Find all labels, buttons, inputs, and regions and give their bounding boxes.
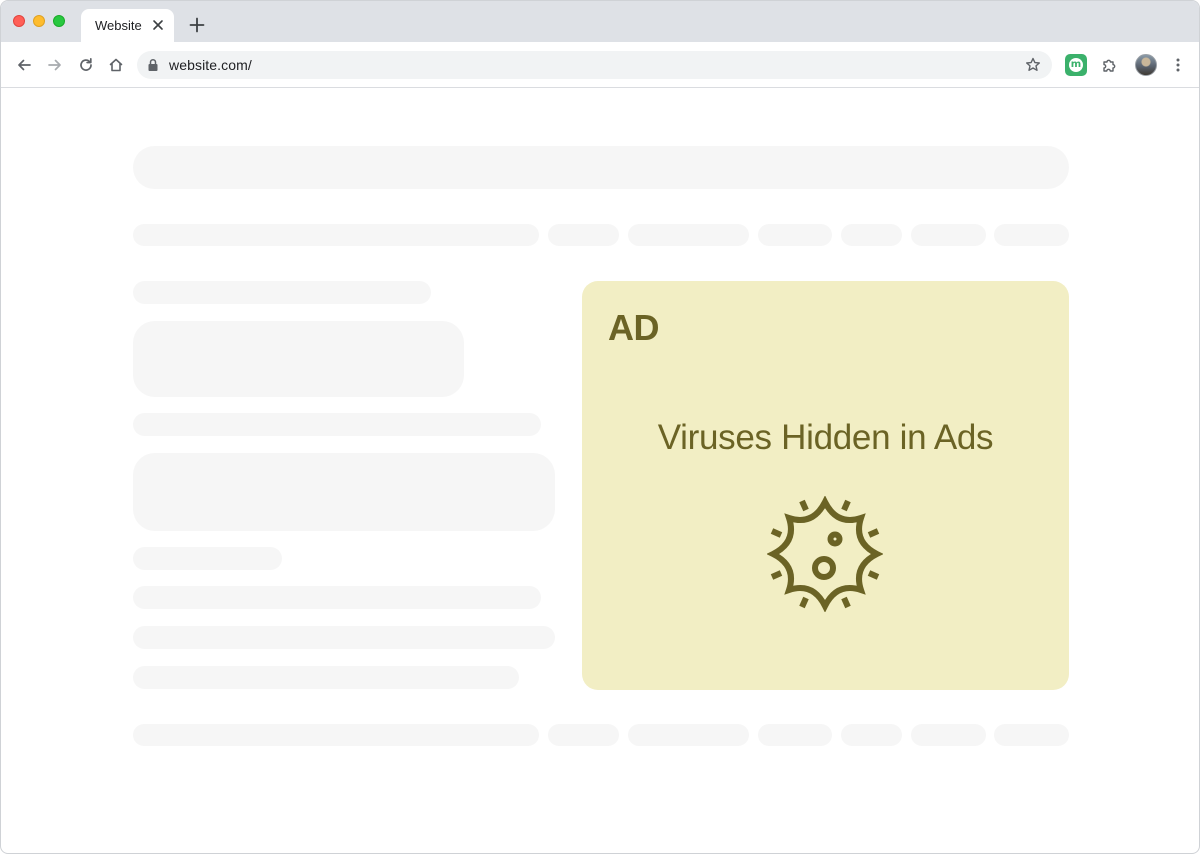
placeholder-nav-item (841, 224, 902, 246)
placeholder-nav-item (758, 224, 832, 246)
placeholder-line (133, 626, 555, 649)
placeholder-footer-item (841, 724, 902, 746)
placeholder-footer-item (628, 724, 749, 746)
placeholder-block (133, 453, 555, 531)
placeholder-footer-item (994, 724, 1069, 746)
url-text: website.com/ (169, 57, 252, 73)
extension-letter: m (1069, 58, 1083, 72)
minimize-window-button[interactable] (33, 15, 45, 27)
placeholder-line (133, 586, 541, 609)
page-content: AD Viruses Hidden in Ads (1, 88, 1199, 853)
placeholder-nav-bar (133, 224, 539, 246)
close-window-button[interactable] (13, 15, 25, 27)
bookmark-star-icon[interactable] (1024, 56, 1042, 74)
browser-toolbar: website.com/ m (1, 42, 1199, 88)
placeholder-line (133, 547, 282, 570)
extension-icon[interactable]: m (1065, 54, 1087, 76)
close-tab-icon[interactable] (151, 18, 165, 32)
ad-label: AD (608, 307, 660, 348)
placeholder-footer-item (548, 724, 619, 746)
placeholder-nav-item (994, 224, 1069, 246)
placeholder-footer-item (911, 724, 986, 746)
home-icon[interactable] (107, 56, 125, 74)
more-menu-icon[interactable] (1169, 56, 1187, 74)
placeholder-nav-item (628, 224, 749, 246)
new-tab-icon[interactable] (189, 17, 205, 33)
ad-headline: Viruses Hidden in Ads (657, 418, 994, 457)
tab-website[interactable]: Website (81, 9, 174, 42)
puzzle-icon[interactable] (1101, 56, 1119, 74)
tab-title: Website (95, 18, 142, 33)
forward-arrow-icon[interactable] (46, 56, 64, 74)
address-bar[interactable]: website.com/ (137, 51, 1052, 79)
lock-icon[interactable] (147, 58, 159, 72)
maximize-window-button[interactable] (53, 15, 65, 27)
placeholder-line (133, 666, 519, 689)
placeholder-block (133, 321, 464, 397)
placeholder-footer-item (758, 724, 832, 746)
ad-banner[interactable]: AD Viruses Hidden in Ads (582, 281, 1069, 690)
placeholder-nav-item (548, 224, 619, 246)
browser-window: Website website.com/ m AD Viruses Hidden… (0, 0, 1200, 854)
virus-icon (767, 496, 883, 612)
reload-icon[interactable] (77, 56, 95, 74)
placeholder-line (133, 413, 541, 436)
placeholder-line (133, 281, 431, 304)
profile-avatar[interactable] (1135, 54, 1157, 76)
placeholder-nav-item (911, 224, 986, 246)
tab-strip: Website (1, 1, 1199, 42)
back-arrow-icon[interactable] (15, 56, 33, 74)
placeholder-banner (133, 146, 1069, 189)
placeholder-footer-bar (133, 724, 539, 746)
